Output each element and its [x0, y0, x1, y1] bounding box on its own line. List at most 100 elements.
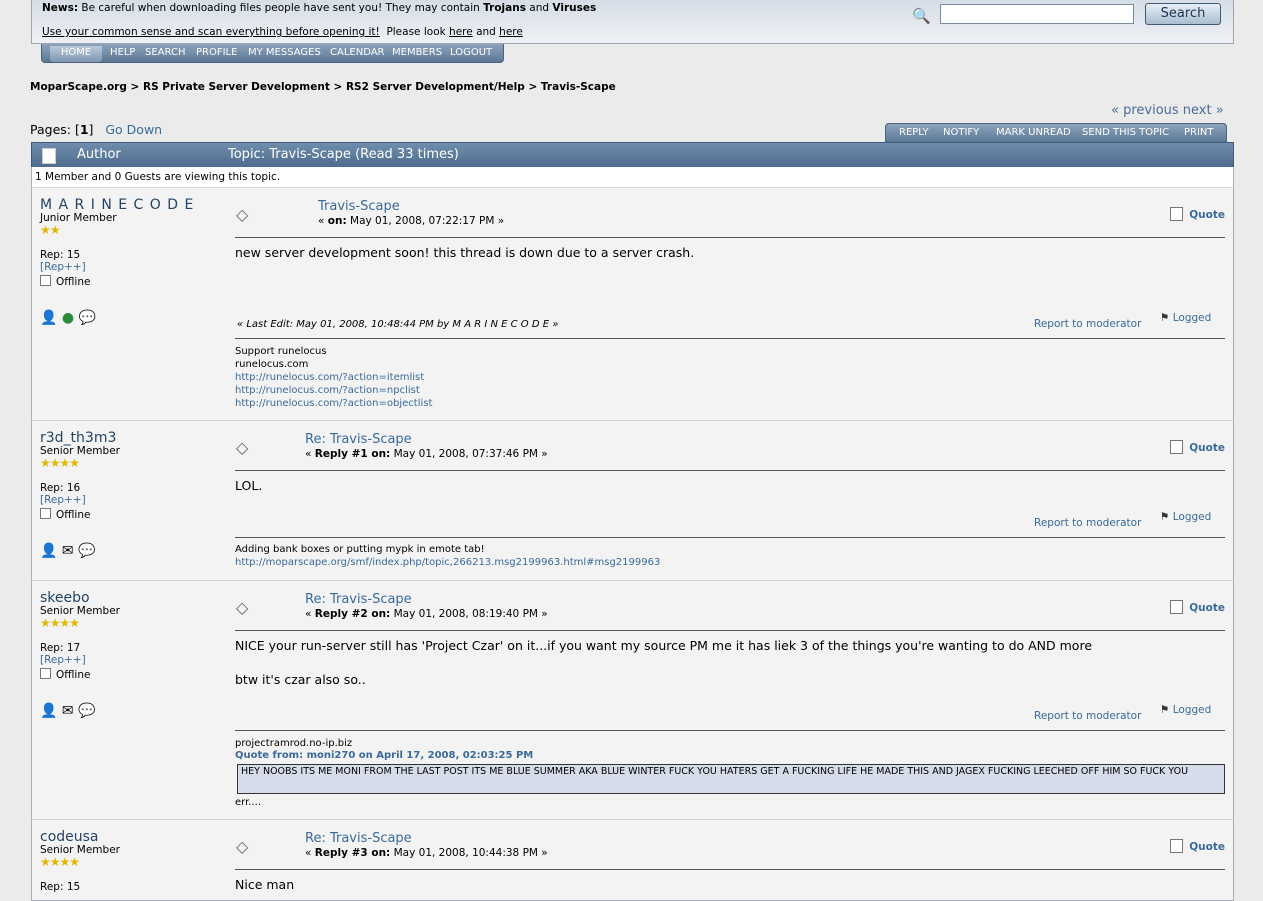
sig-link[interactable]: http://runelocus.com/?action=npclist — [235, 385, 420, 396]
email-icon[interactable]: ✉ — [62, 703, 74, 719]
print-button[interactable]: PRINT — [1184, 127, 1214, 138]
quote-button[interactable]: Quote — [1170, 207, 1225, 221]
mark-unread-button[interactable]: MARK UNREAD — [996, 127, 1071, 138]
news-viruses: Viruses — [552, 2, 597, 14]
offline-label: Offline — [56, 509, 91, 521]
divider — [235, 730, 1225, 731]
report-link[interactable]: Report to moderator — [1034, 517, 1141, 529]
breadcrumb-home[interactable]: MoparScape.org — [30, 81, 127, 93]
post-body-line-2: btw it's czar also so.. — [235, 672, 366, 687]
header-author: Author — [77, 147, 121, 162]
quote-icon — [1170, 600, 1184, 614]
website-icon[interactable]: ● — [62, 310, 74, 326]
post-meta: « Reply #3 on: May 01, 2008, 10:44:38 PM… — [305, 847, 548, 859]
topic-icon — [42, 148, 56, 164]
rep-plus-link[interactable]: [Rep++] — [40, 494, 86, 506]
post-author[interactable]: r3d_th3m3 — [40, 430, 116, 446]
post-body: new server development soon! this thread… — [235, 245, 695, 260]
breadcrumb-topic[interactable]: Travis-Scape — [541, 81, 616, 93]
post-1: M A R I N E C O D E Junior Member ★★ Rep… — [31, 187, 1234, 421]
report-link[interactable]: Report to moderator — [1034, 318, 1141, 330]
divider — [235, 630, 1225, 631]
rank-stars: ★★★★ — [40, 855, 80, 869]
email-icon[interactable]: ✉ — [62, 543, 74, 559]
notify-button[interactable]: NOTIFY — [943, 127, 979, 138]
rep-plus-link[interactable]: [Rep++] — [40, 654, 86, 666]
tab-logout[interactable]: LOGOUT — [450, 46, 492, 62]
news-here-link-1[interactable]: here — [449, 26, 473, 38]
post-author[interactable]: skeebo — [40, 590, 90, 606]
logged-indicator: ⚑ Logged — [1160, 312, 1211, 324]
news-label: News: — [42, 2, 79, 14]
logged-label: Logged — [1172, 511, 1212, 523]
post-meta: « on: May 01, 2008, 07:22:17 PM » — [318, 215, 504, 227]
pages-close: ] — [88, 122, 94, 137]
user-icons: 👤 ● 💬 — [40, 310, 96, 326]
news-here-link-2[interactable]: here — [499, 26, 523, 38]
sig-link[interactable]: http://runelocus.com/?action=objectlist — [235, 398, 432, 409]
news-trojans: Trojans — [483, 2, 526, 14]
pm-icon[interactable]: 💬 — [79, 310, 96, 326]
post-title[interactable]: Re: Travis-Scape — [305, 592, 412, 607]
divider — [235, 237, 1225, 238]
tab-my-messages[interactable]: MY MESSAGES — [248, 46, 321, 62]
profile-icon[interactable]: 👤 — [40, 543, 57, 559]
offline-icon — [40, 508, 51, 519]
last-edit: « Last Edit: May 01, 2008, 10:48:44 PM b… — [237, 319, 559, 330]
quote-button[interactable]: Quote — [1170, 440, 1225, 454]
news-look-text: Please look — [386, 26, 446, 38]
tab-calendar[interactable]: CALENDAR — [330, 46, 385, 62]
topic-header — [31, 142, 1234, 169]
post-title[interactable]: Re: Travis-Scape — [305, 432, 412, 447]
online-status: Offline — [40, 275, 90, 288]
header-topic: Topic: Travis-Scape (Read 33 times) — [228, 147, 459, 162]
logged-label: Logged — [1172, 704, 1212, 716]
tab-search[interactable]: SEARCH — [145, 46, 185, 62]
report-link[interactable]: Report to moderator — [1034, 710, 1141, 722]
tab-profile[interactable]: PROFILE — [196, 46, 237, 62]
post-body: NICE your run-server still has 'Project … — [235, 638, 1093, 653]
meta-on: Reply #1 on: — [314, 448, 391, 460]
meta-on: Reply #2 on: — [314, 608, 391, 620]
divider — [235, 470, 1225, 471]
offline-label: Offline — [56, 276, 91, 288]
quote-button[interactable]: Quote — [1170, 839, 1225, 853]
offline-icon — [40, 668, 51, 679]
pm-icon[interactable]: 💬 — [78, 703, 95, 719]
viewing-text: 1 Member and 0 Guests are viewing this t… — [35, 171, 281, 183]
prev-next-links[interactable]: « previous next » — [1111, 103, 1224, 118]
profile-icon[interactable]: 👤 — [40, 703, 57, 719]
breadcrumb-board[interactable]: RS Private Server Development — [143, 81, 330, 93]
tab-members[interactable]: MEMBERS — [392, 46, 442, 62]
pages-label: Pages: [ — [30, 122, 80, 137]
tab-help[interactable]: HELP — [110, 46, 135, 62]
post-author[interactable]: M A R I N E C O D E — [40, 197, 194, 213]
breadcrumb-subboard[interactable]: RS2 Server Development/Help — [346, 81, 525, 93]
quote-header[interactable]: Quote from: moni270 on April 17, 2008, 0… — [235, 749, 533, 762]
sig-link[interactable]: http://moparscape.org/smf/index.php/topi… — [235, 557, 660, 568]
news-scan-link[interactable]: Use your common sense and scan everythin… — [42, 26, 380, 38]
search-button[interactable]: Search — [1145, 3, 1221, 25]
send-topic-button[interactable]: SEND THIS TOPIC — [1082, 127, 1169, 138]
reply-button[interactable]: REPLY — [899, 127, 929, 138]
rep-plus-link[interactable]: [Rep++] — [40, 261, 86, 273]
post-author[interactable]: codeusa — [40, 829, 99, 845]
news-text: Be careful when downloading files people… — [81, 2, 480, 14]
profile-icon[interactable]: 👤 — [40, 310, 57, 326]
post-meta: « Reply #1 on: May 01, 2008, 07:37:46 PM… — [305, 448, 548, 460]
ip-logged-icon: ⚑ — [1160, 312, 1170, 324]
quote-button[interactable]: Quote — [1170, 600, 1225, 614]
ip-logged-icon: ⚑ — [1160, 704, 1170, 716]
quote-icon — [1170, 207, 1184, 221]
sig-line: Support runelocus — [235, 346, 327, 357]
search-input[interactable] — [940, 4, 1134, 24]
quote-label: Quote — [1189, 841, 1225, 853]
sig-link[interactable]: http://runelocus.com/?action=itemlist — [235, 372, 424, 383]
logged-indicator: ⚑ Logged — [1160, 704, 1211, 716]
pm-icon[interactable]: 💬 — [78, 543, 95, 559]
go-down-link[interactable]: Go Down — [105, 122, 162, 137]
tab-home[interactable]: HOME — [50, 46, 102, 62]
user-icons: 👤 ✉ 💬 — [40, 703, 96, 719]
post-title[interactable]: Travis-Scape — [318, 199, 400, 214]
post-title[interactable]: Re: Travis-Scape — [305, 831, 412, 846]
